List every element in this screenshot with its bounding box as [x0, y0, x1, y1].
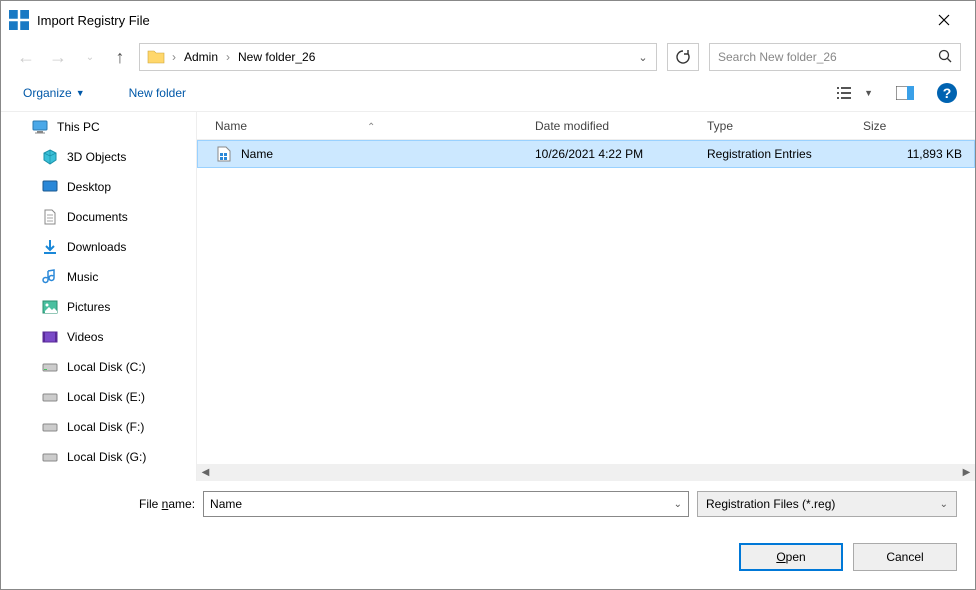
music-icon [41, 268, 59, 286]
sidebar-item-local-disk-e[interactable]: Local Disk (E:) [1, 382, 196, 412]
refresh-button[interactable] [667, 43, 699, 71]
column-date[interactable]: Date modified [535, 119, 707, 133]
toolbar: Organize ▼ New folder ▼ ? [1, 75, 975, 111]
desktop-icon [41, 178, 59, 196]
sidebar-item-local-disk-c[interactable]: Local Disk (C:) [1, 352, 196, 382]
app-icon [9, 10, 29, 30]
sidebar-item-label: Music [67, 270, 98, 284]
disk-icon [41, 418, 59, 436]
button-row: Open Cancel [19, 543, 957, 571]
sidebar-item-this-pc[interactable]: This PC [1, 112, 196, 142]
chevron-down-icon: ⌄ [940, 499, 948, 510]
sidebar-item-pictures[interactable]: Pictures [1, 292, 196, 322]
sidebar-item-local-disk-f[interactable]: Local Disk (F:) [1, 412, 196, 442]
up-button[interactable]: ↑ [111, 47, 129, 68]
column-size[interactable]: Size [863, 119, 975, 133]
titlebar: Import Registry File [1, 1, 975, 39]
sidebar-item-label: Desktop [67, 180, 111, 194]
reg-file-icon [215, 145, 233, 163]
view-dropdown[interactable]: ▼ [864, 88, 873, 98]
address-bar[interactable]: › Admin › New folder_26 ⌄ [139, 43, 657, 71]
filename-value: Name [210, 497, 242, 511]
sidebar-item-videos[interactable]: Videos [1, 322, 196, 352]
filename-dropdown[interactable]: ⌄ [674, 499, 682, 510]
disk-icon [41, 448, 59, 466]
new-folder-label: New folder [129, 86, 186, 100]
file-name: Name [241, 147, 273, 161]
video-icon [41, 328, 59, 346]
filename-input[interactable]: Name ⌄ [203, 491, 689, 517]
sort-asc-icon: ⌃ [367, 122, 375, 133]
sidebar[interactable]: This PC 3D Objects Desktop Documents Dow… [1, 112, 197, 481]
address-dropdown[interactable]: ⌄ [632, 51, 654, 64]
download-icon [41, 238, 59, 256]
document-icon [41, 208, 59, 226]
sidebar-item-label: Local Disk (E:) [67, 390, 145, 404]
column-type[interactable]: Type [707, 119, 863, 133]
sidebar-item-label: Downloads [67, 240, 126, 254]
sidebar-item-label: Local Disk (C:) [67, 360, 146, 374]
sidebar-item-downloads[interactable]: Downloads [1, 232, 196, 262]
filename-label: File name: [139, 497, 195, 511]
cube-icon [41, 148, 59, 166]
sidebar-item-label: Pictures [67, 300, 110, 314]
horizontal-scrollbar[interactable]: ◀ ▶ [197, 464, 975, 481]
scroll-left-button[interactable]: ◀ [197, 464, 214, 481]
close-button[interactable] [921, 4, 967, 36]
nav-row: ← → ⌄ ↑ › Admin › New folder_26 ⌄ Search… [1, 39, 975, 75]
recent-dropdown[interactable]: ⌄ [79, 52, 101, 63]
organize-label: Organize [23, 86, 72, 100]
sidebar-item-desktop[interactable]: Desktop [1, 172, 196, 202]
column-name[interactable]: Name⌃ [215, 119, 535, 133]
bottom-bar: File name:Name⌄Registration Files (*.reg… [1, 481, 975, 581]
breadcrumb-admin[interactable]: Admin [178, 50, 224, 64]
search-icon [938, 49, 952, 66]
organize-button[interactable]: Organize ▼ [19, 82, 89, 104]
forward-button[interactable]: → [47, 47, 69, 68]
sidebar-item-label: Videos [67, 330, 103, 344]
file-type: Registration Entries [707, 147, 863, 161]
folder-icon [146, 47, 166, 67]
file-date: 10/26/2021 4:22 PM [535, 147, 707, 161]
cancel-button[interactable]: Cancel [853, 543, 957, 571]
back-button[interactable]: ← [15, 47, 37, 68]
open-button[interactable]: Open [739, 543, 843, 571]
sidebar-item-label: This PC [57, 120, 100, 134]
file-list: Name⌃ Date modified Type Size Name 10/26… [197, 112, 975, 481]
dropdown-icon: ▼ [76, 88, 85, 98]
disk-icon [41, 388, 59, 406]
chevron-right-icon[interactable]: › [224, 50, 232, 64]
sidebar-item-label: Documents [67, 210, 128, 224]
file-row[interactable]: Name 10/26/2021 4:22 PM Registration Ent… [197, 140, 975, 168]
file-type-filter[interactable]: Registration Files (*.reg) ⌄ [697, 491, 957, 517]
sidebar-item-music[interactable]: Music [1, 262, 196, 292]
sidebar-item-label: 3D Objects [67, 150, 126, 164]
sidebar-item-3d-objects[interactable]: 3D Objects [1, 142, 196, 172]
scroll-right-button[interactable]: ▶ [958, 464, 975, 481]
search-input[interactable]: Search New folder_26 [709, 43, 961, 71]
sidebar-item-label: Local Disk (F:) [67, 420, 144, 434]
window-title: Import Registry File [37, 13, 921, 28]
file-size: 11,893 KB [863, 147, 962, 161]
picture-icon [41, 298, 59, 316]
chevron-right-icon[interactable]: › [170, 50, 178, 64]
main-area: This PC 3D Objects Desktop Documents Dow… [1, 111, 975, 481]
breadcrumb-folder[interactable]: New folder_26 [232, 50, 321, 64]
help-button[interactable]: ? [937, 83, 957, 103]
filter-label: Registration Files (*.reg) [706, 497, 835, 511]
pc-icon [31, 118, 49, 136]
preview-pane-button[interactable] [893, 81, 917, 105]
filename-row: File name:Name⌄Registration Files (*.reg… [19, 491, 957, 517]
new-folder-button[interactable]: New folder [125, 82, 190, 104]
sidebar-item-documents[interactable]: Documents [1, 202, 196, 232]
sidebar-item-label: Local Disk (G:) [67, 450, 146, 464]
sidebar-item-local-disk-g[interactable]: Local Disk (G:) [1, 442, 196, 472]
disk-icon [41, 358, 59, 376]
column-headers: Name⌃ Date modified Type Size [197, 112, 975, 140]
view-options-button[interactable] [834, 81, 858, 105]
search-placeholder: Search New folder_26 [718, 50, 938, 64]
